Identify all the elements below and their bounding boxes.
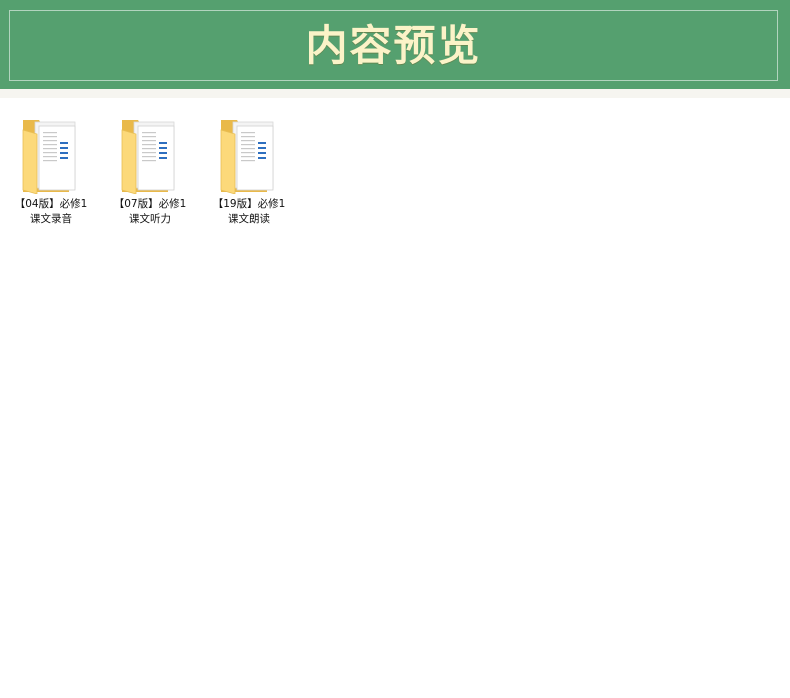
folder-label-line1: 【07版】必修1: [113, 198, 187, 210]
folder-icon: [121, 120, 175, 194]
folder-item[interactable]: 【07版】必修1 课文听力: [102, 112, 198, 227]
banner-frame: 内容预览: [9, 10, 778, 81]
folder-label: 【07版】必修1 课文听力: [102, 197, 198, 227]
folder-label-line2: 课文朗读: [228, 213, 270, 225]
folder-icon: [220, 120, 274, 194]
folder-icon: [22, 120, 76, 194]
header-banner: 内容预览: [0, 0, 790, 89]
folder-label-line1: 【19版】必修1: [212, 198, 286, 210]
page-title: 内容预览: [305, 20, 482, 70]
folder-label: 【04版】必修1 课文录音: [3, 197, 99, 227]
folder-label-line1: 【04版】必修1: [14, 198, 88, 210]
divider: [0, 89, 790, 98]
folder-label-line2: 课文录音: [30, 213, 72, 225]
folder-item[interactable]: 【19版】必修1 课文朗读: [201, 112, 297, 227]
folder-label: 【19版】必修1 课文朗读: [201, 197, 297, 227]
folder-item[interactable]: 【04版】必修1 课文录音: [3, 112, 99, 227]
folder-label-line2: 课文听力: [129, 213, 171, 225]
